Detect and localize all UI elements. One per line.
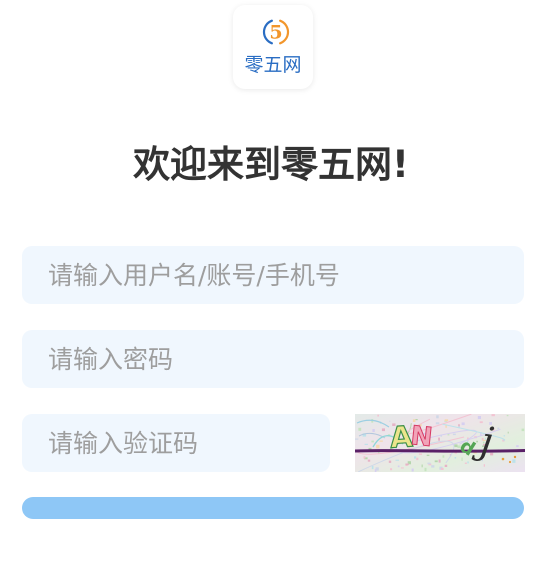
- captcha-noise-dot: [454, 457, 457, 459]
- captcha-noise-dot: [376, 444, 380, 449]
- login-button[interactable]: [22, 497, 524, 519]
- password-field[interactable]: [22, 330, 524, 388]
- captcha-noise-dot: [438, 459, 441, 463]
- captcha-noise-dot: [405, 463, 409, 466]
- captcha-noise-dot: [397, 465, 400, 468]
- captcha-input[interactable]: [22, 414, 330, 472]
- captcha-noise-dot: [440, 467, 444, 470]
- captcha-noise-dot: [452, 433, 456, 436]
- logo-text: 零五网: [244, 54, 302, 76]
- captcha-char-2: N: [409, 421, 434, 453]
- captcha-noise-dot: [395, 459, 399, 461]
- captcha-noise-dot: [464, 462, 467, 464]
- captcha-noise-dot: [503, 435, 505, 437]
- captcha-strike-line: [355, 449, 525, 453]
- captcha-noise-dot: [390, 468, 393, 471]
- username-field[interactable]: [22, 246, 524, 304]
- captcha-image[interactable]: A N d j: [355, 414, 525, 472]
- captcha-noise-dot: [458, 424, 460, 427]
- page-title: 欢迎来到零五网!: [133, 143, 409, 186]
- captcha-noise-dot: [363, 456, 366, 459]
- captcha-noise-dot: [513, 455, 517, 459]
- captcha-noise-dot: [426, 454, 430, 456]
- captcha-noise-dot: [371, 440, 374, 443]
- captcha-noise-dot: [491, 414, 495, 417]
- captcha-noise-dot: [447, 434, 450, 436]
- captcha-noise-dot: [371, 466, 374, 470]
- captcha-noise-dot: [477, 416, 481, 420]
- captcha-noise-dot: [444, 419, 449, 422]
- login-page: 5 零五网 欢迎来到零五网! A: [0, 0, 542, 568]
- captcha-noise-dot: [372, 429, 375, 432]
- captcha-noise-dot: [374, 469, 377, 472]
- captcha-noise-dot: [411, 468, 414, 472]
- captcha-noise-dot: [512, 459, 516, 463]
- logo-five-emblem-icon: 5: [262, 19, 290, 45]
- captcha-noise-dot: [364, 443, 368, 445]
- captcha-noise-dot: [521, 428, 525, 432]
- password-input[interactable]: [22, 330, 524, 388]
- captcha-noise-dot: [438, 437, 440, 441]
- captcha-noise-dot: [483, 464, 485, 467]
- captcha-noise-dot: [418, 453, 422, 455]
- captcha-noise-dot: [442, 455, 445, 458]
- captcha-noise-dot: [355, 438, 359, 440]
- username-input[interactable]: [22, 246, 524, 304]
- captcha-noise-dot: [358, 427, 362, 431]
- captcha-noise-dot: [424, 467, 427, 472]
- captcha-noise-dot: [381, 428, 385, 432]
- captcha-noise-dot: [415, 419, 418, 421]
- captcha-graphic[interactable]: A N d j: [355, 414, 525, 472]
- captcha-noise-dot: [388, 460, 392, 463]
- captcha-noise-dot: [414, 456, 417, 459]
- captcha-noise-dot: [516, 445, 519, 448]
- captcha-noise-dot: [421, 464, 423, 468]
- captcha-field[interactable]: [22, 414, 330, 472]
- captcha-noise-dot: [479, 421, 483, 424]
- captcha-noise-dot: [436, 415, 439, 419]
- captcha-noise-dot: [454, 444, 458, 448]
- captcha-noise-dot: [434, 460, 438, 463]
- captcha-noise-dot: [501, 457, 505, 461]
- captcha-noise-dot: [467, 461, 469, 464]
- captcha-noise-dot: [377, 414, 379, 417]
- logo-digit: 5: [269, 22, 282, 44]
- site-logo: 5 零五网: [233, 5, 313, 89]
- captcha-noise-dot: [435, 422, 440, 425]
- captcha-noise-dot: [461, 457, 463, 461]
- captcha-noise-dot: [431, 465, 435, 468]
- captcha-noise-dot: [508, 460, 512, 464]
- captcha-noise-dot: [416, 457, 419, 461]
- captcha-noise-dot: [506, 414, 509, 417]
- captcha-noise-dot: [461, 422, 465, 426]
- captcha-noise-dot: [367, 459, 371, 462]
- captcha-noise-dot: [427, 462, 431, 465]
- captcha-noise-dot: [444, 464, 448, 467]
- captcha-noise-dot: [497, 427, 500, 430]
- captcha-noise-dot: [507, 431, 509, 434]
- captcha-noise-dot: [400, 467, 404, 469]
- captcha-noise-dot: [379, 440, 383, 442]
